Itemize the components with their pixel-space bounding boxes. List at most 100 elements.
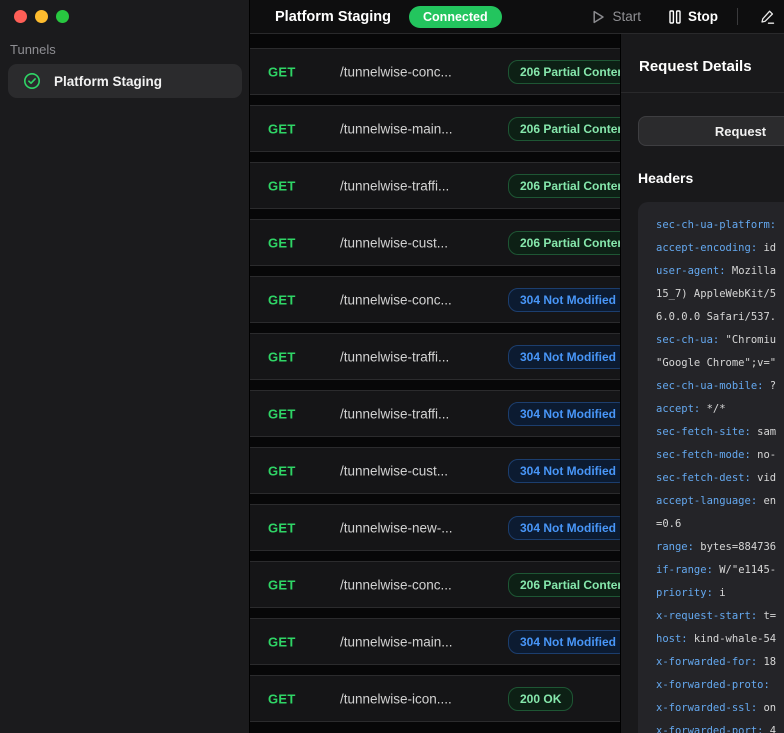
- header-key: host:: [656, 633, 688, 645]
- sidebar-item-platform-staging[interactable]: Platform Staging: [8, 64, 242, 98]
- edit-button[interactable]: [759, 8, 776, 25]
- header-value: on: [757, 702, 777, 714]
- header-key: x-forwarded-for:: [656, 656, 758, 668]
- panel-divider: [621, 92, 784, 93]
- headers-section-title: Headers: [638, 170, 694, 186]
- header-line: 15_7) AppleWebKit/5: [656, 283, 784, 306]
- window-traffic-lights: [14, 10, 69, 23]
- header-key: x-forwarded-proto:: [656, 679, 770, 691]
- header-line: range: bytes=884736: [656, 536, 784, 559]
- play-icon: [592, 10, 605, 24]
- request-path: /tunnelwise-new-...: [340, 520, 453, 535]
- header-line: x-forwarded-for: 18: [656, 651, 784, 674]
- http-method: GET: [268, 634, 296, 649]
- request-details-panel: Request Details Request Headers sec-ch-u…: [620, 34, 784, 733]
- status-badge: 200 OK: [508, 686, 574, 711]
- header-line: sec-ch-ua-mobile: ?: [656, 375, 784, 398]
- header-key: range:: [656, 541, 694, 553]
- request-path: /tunnelwise-conc...: [340, 577, 452, 592]
- start-button[interactable]: Start: [592, 9, 641, 24]
- http-method: GET: [268, 691, 296, 706]
- http-method: GET: [268, 406, 296, 421]
- stop-button[interactable]: Stop: [669, 9, 718, 24]
- http-method: GET: [268, 292, 296, 307]
- header-key: user-agent:: [656, 265, 726, 277]
- http-method: GET: [268, 121, 296, 136]
- header-line: x-forwarded-ssl: on: [656, 697, 784, 720]
- header-line: user-agent: Mozilla: [656, 260, 784, 283]
- header-value: */*: [700, 403, 726, 415]
- header-value: 15_7) AppleWebKit/5: [656, 288, 777, 300]
- request-path: /tunnelwise-conc...: [340, 292, 452, 307]
- header-value: [776, 219, 782, 231]
- header-key: x-forwarded-port:: [656, 725, 764, 733]
- close-traffic-light[interactable]: [14, 10, 27, 23]
- status-badge: 304 Not Modified: [508, 401, 629, 426]
- status-badge: 304 Not Modified: [508, 515, 629, 540]
- tunnels-section-label: Tunnels: [10, 42, 56, 57]
- connected-status-badge: Connected: [409, 5, 502, 28]
- status-badge: 304 Not Modified: [508, 344, 629, 369]
- minimize-traffic-light[interactable]: [35, 10, 48, 23]
- tab-request-label: Request: [714, 123, 767, 139]
- header-line: x-request-start: t=: [656, 605, 784, 628]
- header-line: "Google Chrome";v=": [656, 352, 784, 375]
- http-method: GET: [268, 64, 296, 79]
- http-method: GET: [268, 178, 296, 193]
- header-value: vid: [750, 472, 777, 484]
- request-path: /tunnelwise-traffi...: [340, 349, 450, 364]
- header-value: no-: [750, 449, 777, 461]
- header-key: sec-fetch-mode:: [656, 449, 751, 461]
- check-circle-icon: [23, 72, 41, 90]
- header-key: accept-encoding:: [656, 242, 758, 254]
- header-key: sec-fetch-dest:: [656, 472, 751, 484]
- header-key: x-request-start:: [656, 610, 758, 622]
- header-value: i: [712, 587, 726, 599]
- header-value: 6.0.0.0 Safari/537.: [656, 311, 777, 323]
- header-key: sec-fetch-site:: [656, 426, 751, 438]
- request-path: /tunnelwise-conc...: [340, 64, 452, 79]
- status-badge: 304 Not Modified: [508, 287, 629, 312]
- header-value: ?: [763, 380, 777, 392]
- header-line: x-forwarded-port: 4: [656, 720, 784, 733]
- pause-icon: [669, 9, 681, 24]
- headers-block: sec-ch-ua-platform: accept-encoding: id u…: [638, 202, 784, 733]
- header-key: sec-ch-ua-mobile:: [656, 380, 764, 392]
- header-value: W/"e1145-: [712, 564, 777, 576]
- header-value: =0.6: [656, 518, 682, 530]
- http-method: GET: [268, 235, 296, 250]
- tab-request[interactable]: Request: [638, 116, 784, 146]
- header-line: sec-fetch-site: sam: [656, 421, 784, 444]
- http-method: GET: [268, 520, 296, 535]
- request-path: /tunnelwise-icon....: [340, 691, 452, 706]
- header-line: accept-language: en: [656, 490, 784, 513]
- header-value: "Chromiu: [719, 334, 777, 346]
- request-path: /tunnelwise-cust...: [340, 463, 449, 478]
- header-value: Mozilla: [725, 265, 777, 277]
- header-key: priority:: [656, 587, 713, 599]
- status-badge: 304 Not Modified: [508, 629, 629, 654]
- header-line: x-forwarded-proto:: [656, 674, 784, 697]
- header-value: [770, 679, 776, 691]
- header-key: sec-ch-ua:: [656, 334, 720, 346]
- stop-button-label: Stop: [688, 9, 718, 24]
- request-path: /tunnelwise-main...: [340, 121, 453, 136]
- header-value: bytes=884736: [693, 541, 777, 553]
- request-path: /tunnelwise-cust...: [340, 235, 449, 250]
- header-key: if-range:: [656, 564, 713, 576]
- pencil-icon: [759, 8, 776, 25]
- header-line: accept: */*: [656, 398, 784, 421]
- start-button-label: Start: [612, 9, 641, 24]
- toolbar-divider: [737, 8, 738, 25]
- http-method: GET: [268, 463, 296, 478]
- header-key: accept:: [656, 403, 701, 415]
- zoom-traffic-light[interactable]: [56, 10, 69, 23]
- header-value: en: [757, 495, 777, 507]
- header-value: 4: [763, 725, 777, 733]
- http-method: GET: [268, 349, 296, 364]
- sidebar: Tunnels Platform Staging: [0, 0, 250, 733]
- status-badge: 304 Not Modified: [508, 458, 629, 483]
- toolbar: Platform Staging Connected Start Stop: [250, 0, 784, 34]
- header-line: if-range: W/"e1145-: [656, 559, 784, 582]
- header-key: sec-ch-ua-platform:: [656, 219, 777, 231]
